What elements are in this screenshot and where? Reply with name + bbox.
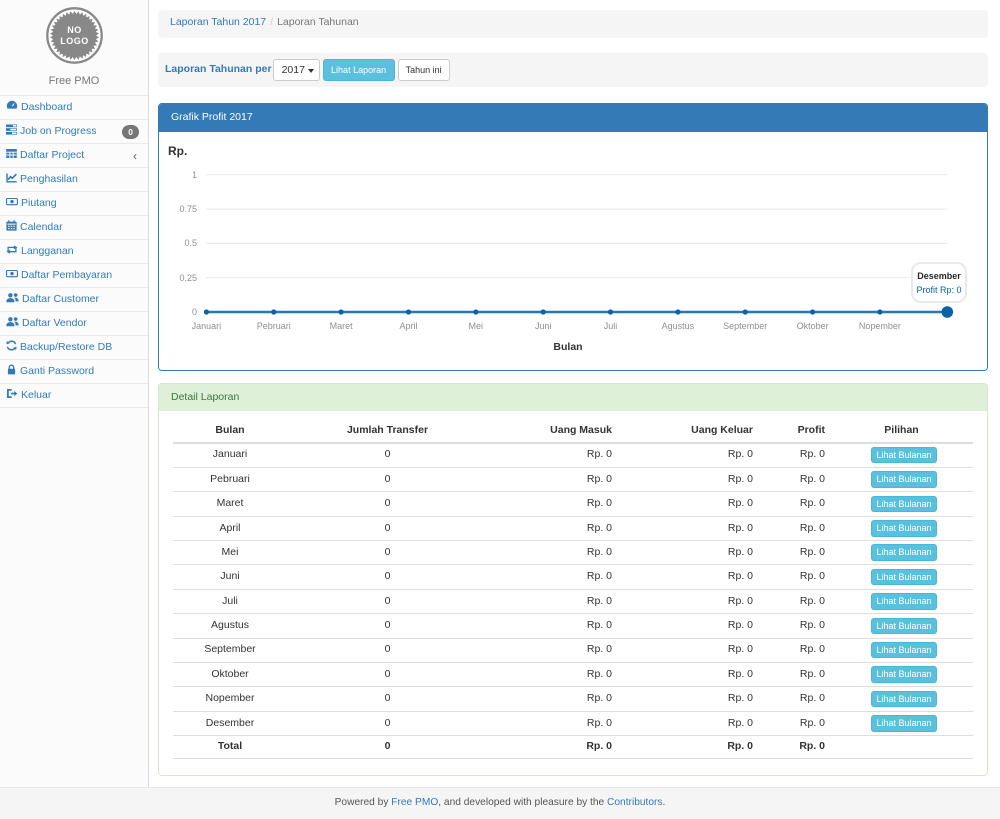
svg-text:Nopember: Nopember: [859, 321, 901, 331]
svg-text:Agustus: Agustus: [662, 321, 695, 331]
svg-text:Bulan: Bulan: [553, 341, 582, 353]
svg-text:Oktober: Oktober: [797, 321, 829, 331]
svg-text:LOGO: LOGO: [60, 36, 89, 46]
svg-text:Januari: Januari: [192, 321, 222, 331]
svg-text:0.25: 0.25: [179, 273, 197, 283]
svg-text:Pebruari: Pebruari: [257, 321, 291, 331]
svg-text:Juni: Juni: [535, 321, 552, 331]
svg-text:April: April: [399, 321, 417, 331]
svg-text:Rp.: Rp.: [168, 144, 187, 158]
svg-text:Juli: Juli: [604, 321, 618, 331]
svg-text:September: September: [723, 321, 767, 331]
svg-text:Mei: Mei: [469, 321, 484, 331]
svg-text:0.75: 0.75: [179, 204, 197, 214]
svg-text:NO: NO: [67, 25, 82, 35]
svg-text:0: 0: [192, 307, 197, 317]
svg-text:0.5: 0.5: [184, 238, 197, 248]
svg-text:1: 1: [192, 170, 197, 180]
svg-text:Maret: Maret: [330, 321, 354, 331]
